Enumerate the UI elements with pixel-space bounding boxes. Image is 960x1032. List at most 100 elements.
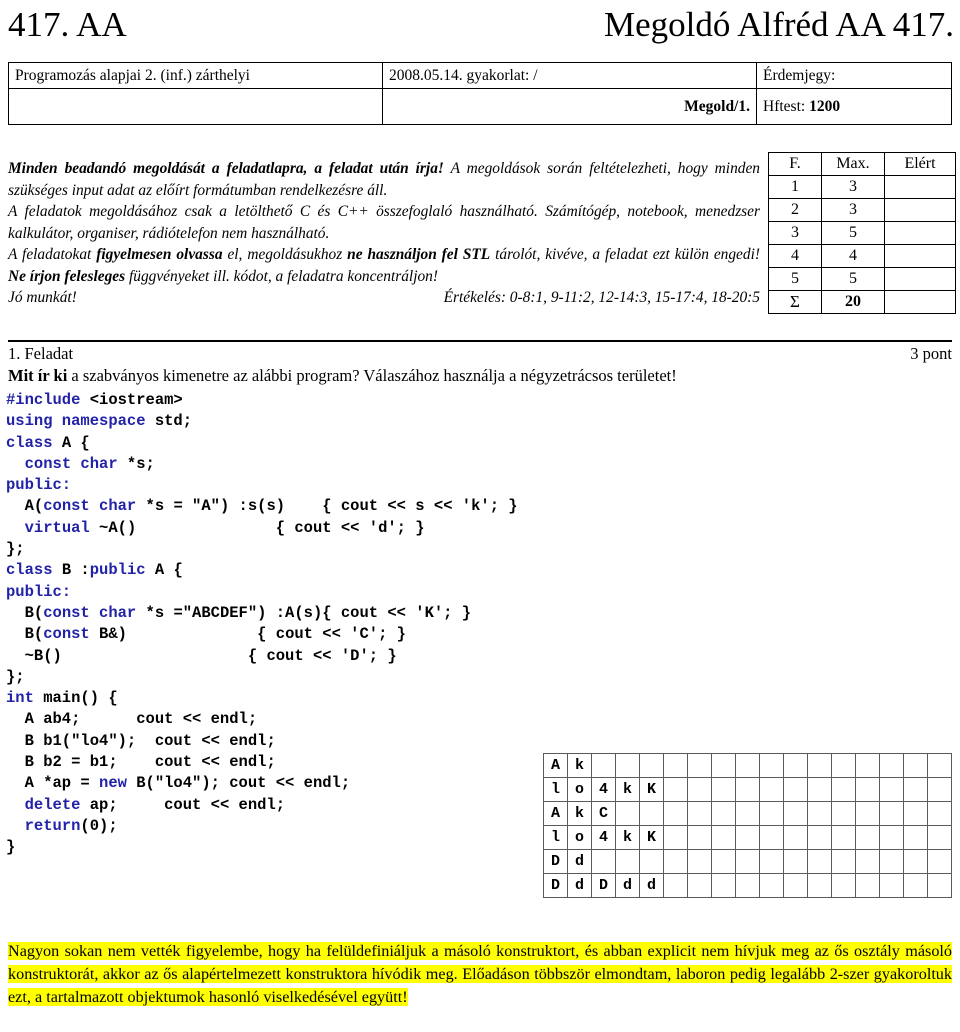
answer-grid-cell[interactable] <box>783 873 808 898</box>
answer-grid-cell[interactable] <box>687 849 712 874</box>
answer-grid-cell[interactable] <box>927 753 952 778</box>
answer-grid-cell[interactable]: D <box>591 873 616 898</box>
answer-grid-cell[interactable] <box>759 753 784 778</box>
answer-grid-cell[interactable] <box>615 849 640 874</box>
answer-grid-cell[interactable] <box>711 801 736 826</box>
answer-grid-cell[interactable] <box>831 873 856 898</box>
answer-grid-cell[interactable] <box>687 753 712 778</box>
answer-grid-cell[interactable] <box>759 777 784 802</box>
answer-grid-cell[interactable] <box>927 801 952 826</box>
answer-grid-cell[interactable] <box>855 777 880 802</box>
answer-grid-cell[interactable] <box>711 777 736 802</box>
answer-grid-cell[interactable] <box>927 873 952 898</box>
answer-grid-cell[interactable] <box>663 849 688 874</box>
answer-grid-cell[interactable] <box>807 801 832 826</box>
answer-grid-cell[interactable] <box>687 777 712 802</box>
answer-grid-cell[interactable] <box>663 873 688 898</box>
answer-grid-cell[interactable] <box>855 873 880 898</box>
answer-grid-cell[interactable] <box>855 825 880 850</box>
answer-grid-cell[interactable] <box>639 753 664 778</box>
answer-grid-cell[interactable] <box>903 873 928 898</box>
score-achieved-value[interactable] <box>884 267 956 291</box>
answer-grid-cell[interactable] <box>807 825 832 850</box>
score-sum-achieved[interactable] <box>884 290 956 314</box>
answer-grid-cell[interactable] <box>687 873 712 898</box>
answer-grid-cell[interactable] <box>687 825 712 850</box>
answer-grid-cell[interactable] <box>783 753 808 778</box>
answer-grid-cell[interactable] <box>807 873 832 898</box>
answer-grid-cell[interactable] <box>735 825 760 850</box>
answer-grid-cell[interactable]: 4 <box>591 777 616 802</box>
answer-grid-cell[interactable] <box>591 753 616 778</box>
answer-grid-cell[interactable] <box>639 801 664 826</box>
answer-grid-cell[interactable]: k <box>567 753 592 778</box>
answer-grid-cell[interactable] <box>879 777 904 802</box>
answer-grid-cell[interactable] <box>783 849 808 874</box>
answer-grid-cell[interactable] <box>927 777 952 802</box>
answer-grid-cell[interactable] <box>879 873 904 898</box>
answer-grid-cell[interactable] <box>903 825 928 850</box>
answer-grid-cell[interactable] <box>831 753 856 778</box>
answer-grid-cell[interactable] <box>879 753 904 778</box>
answer-grid-cell[interactable] <box>759 849 784 874</box>
answer-grid-cell[interactable]: o <box>567 777 592 802</box>
answer-grid-cell[interactable] <box>831 777 856 802</box>
answer-grid-cell[interactable] <box>903 777 928 802</box>
answer-grid-cell[interactable]: 4 <box>591 825 616 850</box>
answer-grid-cell[interactable]: D <box>543 873 568 898</box>
answer-grid-cell[interactable] <box>903 801 928 826</box>
answer-grid-cell[interactable]: k <box>615 777 640 802</box>
answer-grid-cell[interactable] <box>831 801 856 826</box>
score-achieved-value[interactable] <box>884 244 956 268</box>
answer-grid-cell[interactable] <box>639 849 664 874</box>
score-achieved-value[interactable] <box>884 221 956 245</box>
answer-grid-cell[interactable] <box>711 753 736 778</box>
answer-grid-cell[interactable] <box>903 753 928 778</box>
answer-grid-cell[interactable] <box>711 825 736 850</box>
answer-grid-cell[interactable] <box>927 825 952 850</box>
score-achieved-value[interactable] <box>884 175 956 199</box>
answer-grid-cell[interactable] <box>735 753 760 778</box>
answer-grid-cell[interactable] <box>591 849 616 874</box>
answer-grid-cell[interactable] <box>831 825 856 850</box>
answer-grid-cell[interactable]: o <box>567 825 592 850</box>
answer-grid-cell[interactable]: d <box>639 873 664 898</box>
answer-grid-cell[interactable]: d <box>567 873 592 898</box>
answer-grid-cell[interactable]: K <box>639 825 664 850</box>
answer-grid-cell[interactable] <box>879 825 904 850</box>
answer-grid-cell[interactable] <box>759 825 784 850</box>
answer-grid-cell[interactable]: l <box>543 825 568 850</box>
answer-grid-cell[interactable] <box>615 753 640 778</box>
answer-grid-cell[interactable]: A <box>543 753 568 778</box>
answer-grid-cell[interactable] <box>855 849 880 874</box>
answer-grid-cell[interactable] <box>855 753 880 778</box>
answer-grid-cell[interactable] <box>735 777 760 802</box>
answer-grid-cell[interactable] <box>663 825 688 850</box>
answer-grid-cell[interactable]: d <box>567 849 592 874</box>
answer-grid-cell[interactable] <box>807 753 832 778</box>
answer-grid-cell[interactable] <box>879 801 904 826</box>
answer-grid-cell[interactable]: l <box>543 777 568 802</box>
answer-grid-cell[interactable] <box>783 777 808 802</box>
answer-grid-cell[interactable] <box>831 849 856 874</box>
answer-grid-cell[interactable]: C <box>591 801 616 826</box>
answer-grid-cell[interactable] <box>711 873 736 898</box>
answer-grid-cell[interactable]: K <box>639 777 664 802</box>
answer-grid-cell[interactable] <box>783 825 808 850</box>
answer-grid-cell[interactable] <box>855 801 880 826</box>
answer-grid-cell[interactable]: A <box>543 801 568 826</box>
answer-grid-cell[interactable] <box>927 849 952 874</box>
answer-grid-cell[interactable] <box>663 777 688 802</box>
answer-grid-cell[interactable] <box>711 849 736 874</box>
answer-grid-cell[interactable] <box>783 801 808 826</box>
answer-grid-cell[interactable] <box>687 801 712 826</box>
answer-grid-cell[interactable] <box>663 753 688 778</box>
answer-grid-cell[interactable] <box>807 777 832 802</box>
answer-grid-cell[interactable]: k <box>567 801 592 826</box>
answer-grid-cell[interactable] <box>759 801 784 826</box>
answer-grid-cell[interactable] <box>807 849 832 874</box>
answer-grid-cell[interactable] <box>735 873 760 898</box>
answer-grid-cell[interactable] <box>879 849 904 874</box>
answer-grid-cell[interactable] <box>735 849 760 874</box>
answer-grid-cell[interactable] <box>663 801 688 826</box>
